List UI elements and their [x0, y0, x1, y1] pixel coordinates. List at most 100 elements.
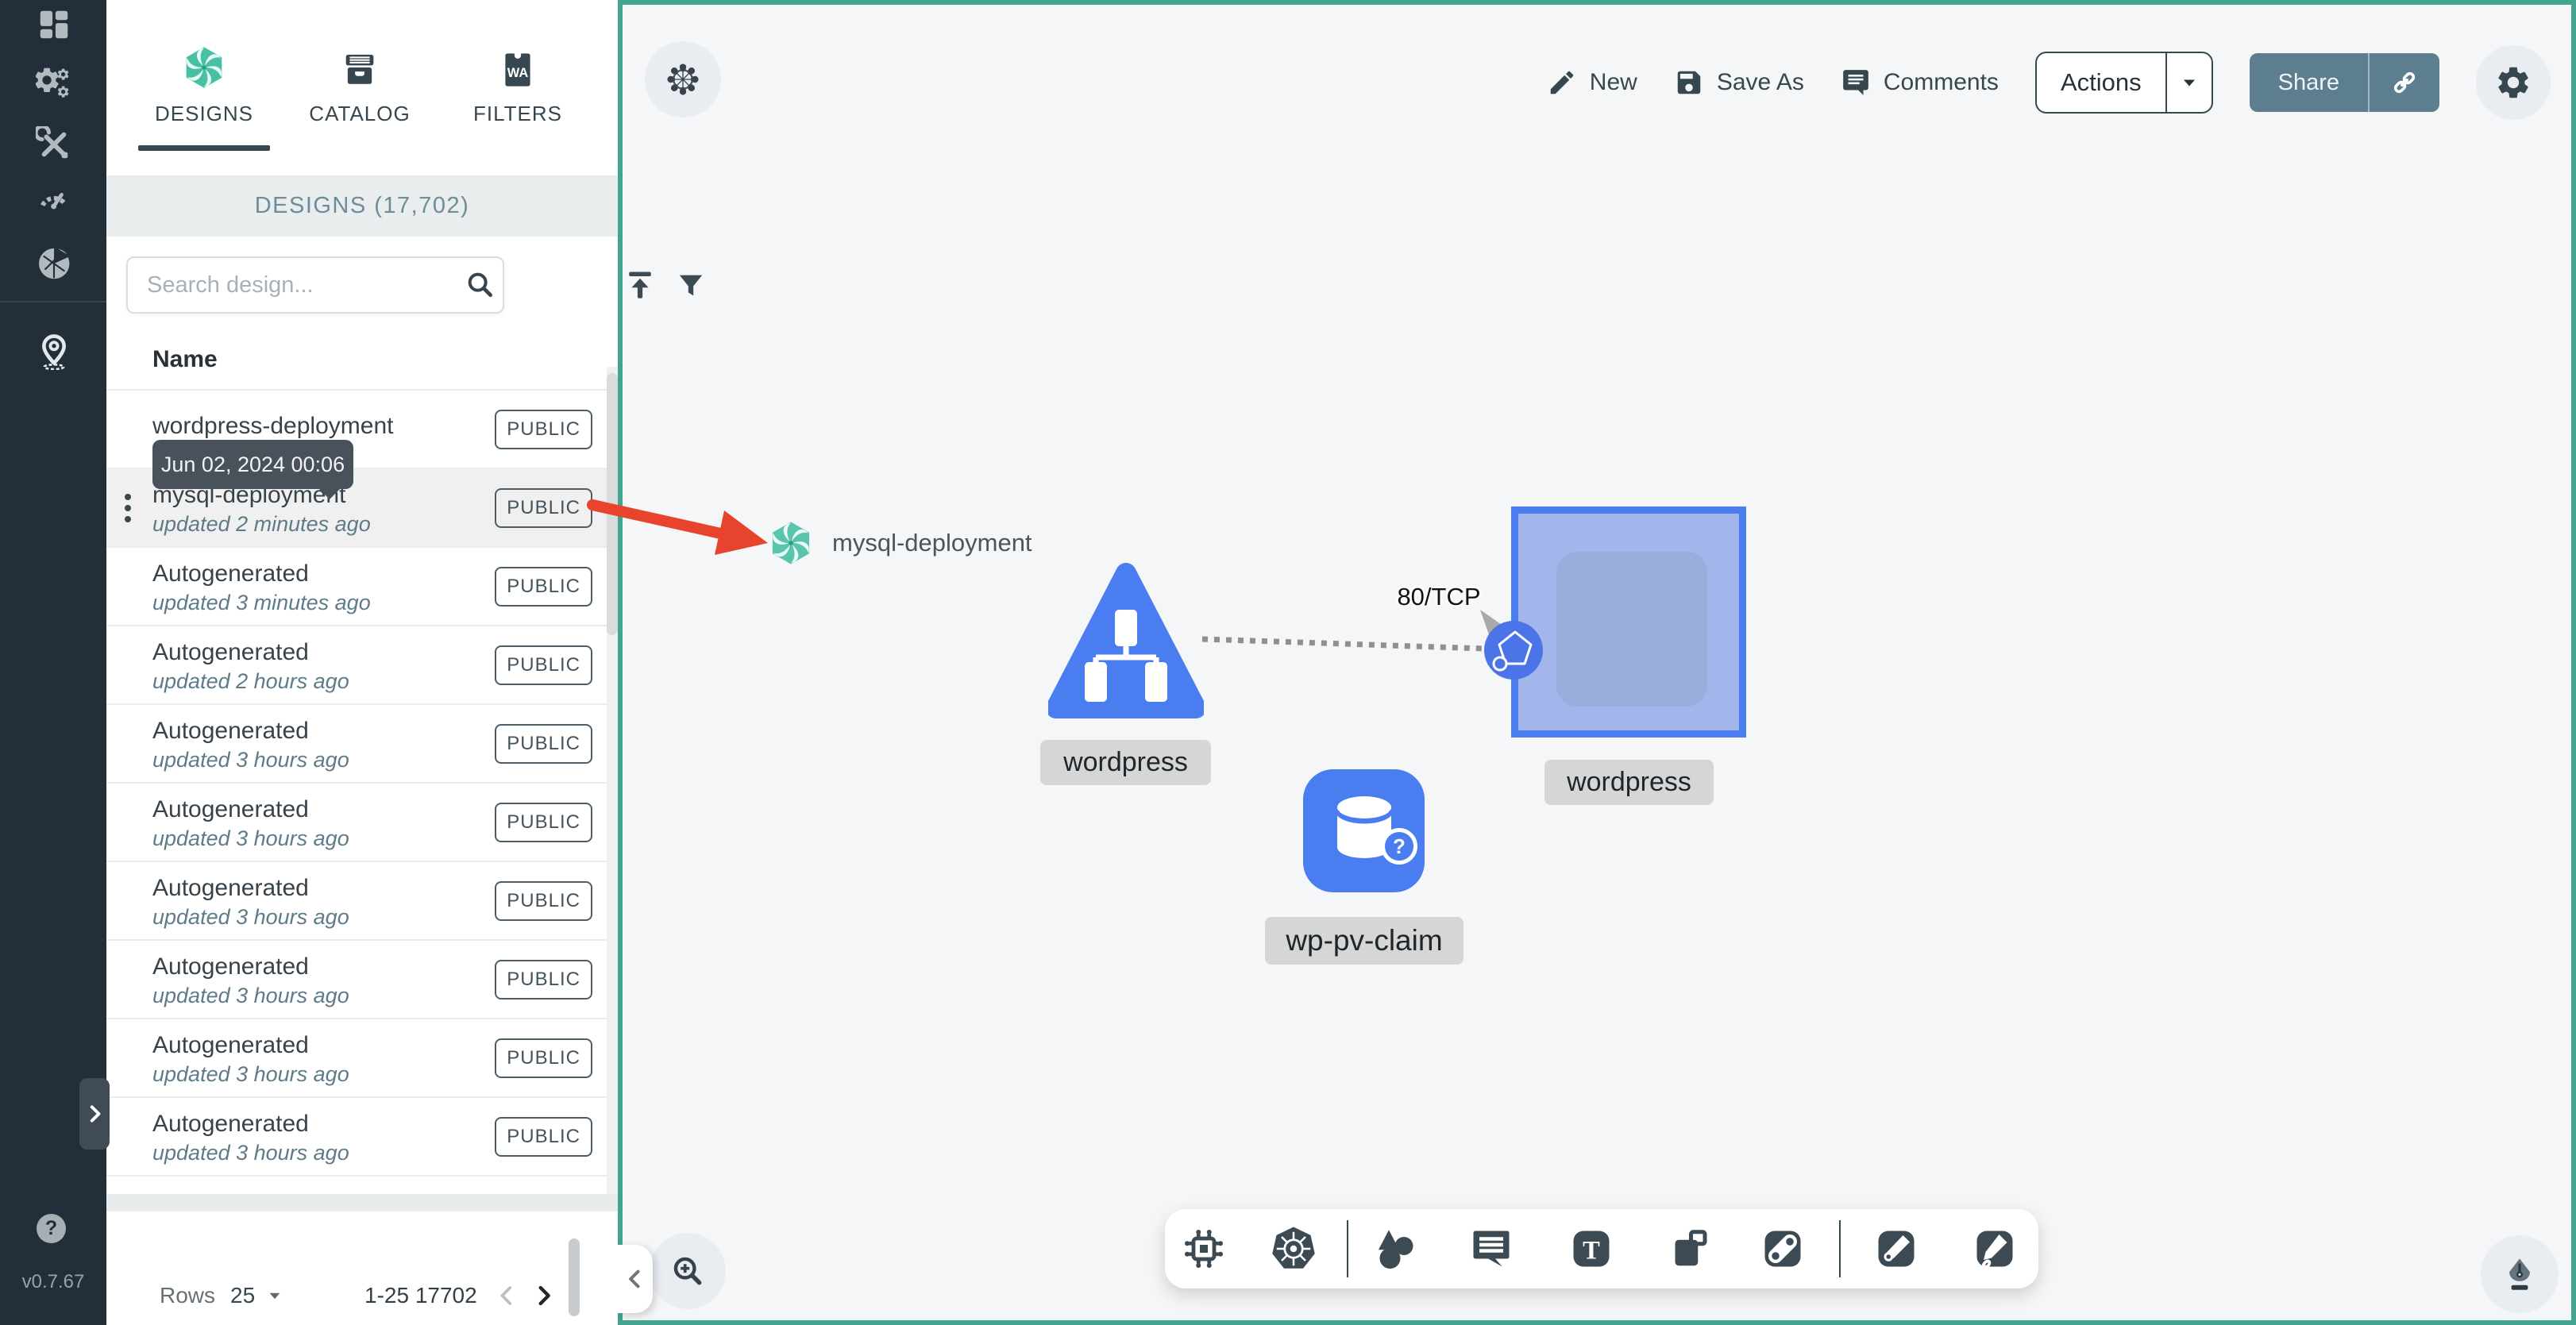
design-name: Autogenerated	[152, 796, 309, 822]
service-edge[interactable]	[1199, 632, 1493, 657]
visualize-mesh-button[interactable]	[645, 41, 721, 117]
design-search[interactable]	[126, 256, 504, 314]
app-version: v0.7.67	[21, 1271, 85, 1292]
save-icon	[1677, 71, 1701, 94]
meshery-designs-icon	[125, 22, 283, 91]
tab-filters-label: FILTERS	[473, 102, 562, 125]
tools-dock: T	[1165, 1209, 2038, 1288]
wordpress-container-node[interactable]	[1511, 507, 1746, 738]
wordpress-service-node[interactable]	[1048, 559, 1204, 723]
design-name: Autogenerated	[152, 560, 309, 587]
new-design-button[interactable]: New	[1547, 67, 1637, 98]
pv-claim-node[interactable]: ?	[1303, 769, 1425, 892]
chevron-left-icon	[629, 1269, 640, 1288]
share-split-button[interactable]: Share	[2249, 53, 2439, 112]
lifecycle-gears-icon[interactable]	[36, 65, 72, 102]
tooltip-text: Jun 02, 2024 00:06	[160, 452, 345, 476]
zoom-in-button[interactable]	[650, 1233, 726, 1309]
design-updated: updated 3 hours ago	[152, 905, 349, 929]
design-name: wordpress-deployment	[152, 413, 394, 439]
share-label: Share	[2277, 69, 2339, 95]
toolkit-wrench-icon[interactable]	[36, 126, 72, 163]
design-name: Autogenerated	[152, 875, 309, 901]
kanvas-pin-icon[interactable]	[36, 333, 72, 370]
expand-sidebar-tab[interactable]	[79, 1078, 110, 1150]
actions-dropdown-caret[interactable]	[2165, 53, 2212, 112]
dock-divider	[1839, 1220, 1841, 1277]
performance-gauge-icon[interactable]	[36, 180, 72, 217]
copy-link-button[interactable]	[2368, 53, 2439, 112]
design-row[interactable]: Autogenerated updated 3 hours ago PUBLIC	[106, 782, 607, 861]
design-updated: updated 3 hours ago	[152, 1062, 349, 1086]
design-updated: updated 3 hours ago	[152, 748, 349, 772]
component-tool-icon[interactable]	[1179, 1224, 1228, 1273]
text-tool-icon[interactable]: T	[1567, 1224, 1616, 1273]
settings-button[interactable]	[2476, 45, 2551, 120]
pen-nib-icon	[2509, 1258, 2530, 1290]
caret-down-icon	[2183, 79, 2195, 87]
design-row[interactable]: Autogenerated updated 3 hours ago PUBLIC	[106, 1096, 607, 1175]
design-row[interactable]: Autogenerated updated 2 hours ago PUBLIC	[106, 625, 607, 703]
question-glyph: ?	[1393, 834, 1406, 858]
design-row[interactable]: Autogenerated updated 3 minutes ago PUBL…	[106, 546, 607, 625]
design-row[interactable]: Autogenerated updated 3 hours ago PUBLIC	[106, 703, 607, 782]
chevron-left-icon	[500, 1286, 512, 1305]
next-page-button[interactable]	[530, 1280, 557, 1312]
comment-tool-icon[interactable]	[1467, 1224, 1516, 1273]
shapes-tool-icon[interactable]	[1372, 1224, 1421, 1273]
pen-tool-icon[interactable]	[1872, 1224, 1921, 1273]
dock-divider	[1347, 1220, 1348, 1277]
help-button[interactable]: ?	[37, 1214, 66, 1243]
designs-count-header: DESIGNS (17,702)	[106, 175, 618, 237]
design-updated: updated 2 hours ago	[152, 669, 349, 693]
visibility-badge: PUBLIC	[495, 409, 592, 449]
catalog-archive-icon	[280, 22, 439, 91]
visibility-badge: PUBLIC	[495, 880, 592, 921]
pen-mode-button[interactable]	[2481, 1235, 2559, 1313]
page-size-select[interactable]: 25	[230, 1280, 283, 1312]
comments-button[interactable]: Comments	[1841, 67, 1999, 98]
filter-funnel-button[interactable]	[673, 268, 709, 304]
link-tool-icon[interactable]	[1758, 1224, 1807, 1273]
wordpress-service-label: wordpress	[1040, 740, 1211, 785]
design-row[interactable]: Autogenerated updated 3 hours ago PUBLIC	[106, 939, 607, 1018]
prev-page-button[interactable]	[493, 1280, 520, 1312]
design-updated: updated 2 minutes ago	[152, 512, 371, 536]
rows-per-page-label: Rows	[160, 1283, 216, 1308]
notes-tool-icon[interactable]	[1664, 1224, 1714, 1273]
tab-filters[interactable]: WA FILTERS	[438, 22, 597, 151]
visibility-badge: PUBLIC	[495, 1038, 592, 1078]
dashboard-icon[interactable]	[36, 6, 72, 43]
collapse-sidebar-tab[interactable]	[618, 1245, 653, 1313]
actions-label: Actions	[2060, 68, 2142, 96]
tab-designs[interactable]: DESIGNS	[125, 22, 283, 151]
pv-claim-label: wp-pv-claim	[1265, 917, 1463, 965]
design-canvas[interactable]: New Save As Comments Actions Share mysql…	[618, 0, 2576, 1325]
design-updated: updated 3 minutes ago	[152, 591, 371, 614]
kebab-menu-icon[interactable]	[125, 493, 131, 522]
mesh-adapter-icon[interactable]	[36, 245, 72, 282]
tab-designs-label: DESIGNS	[154, 102, 254, 125]
actions-split-button[interactable]: Actions	[2034, 52, 2213, 114]
design-row[interactable]: Autogenerated updated 3 hours ago PUBLIC	[106, 861, 607, 939]
design-name: Autogenerated	[152, 953, 309, 980]
new-label: New	[1589, 69, 1637, 95]
updated-date-tooltip: Jun 02, 2024 00:06	[152, 440, 353, 499]
search-icon	[458, 269, 503, 301]
meshery-design-icon	[772, 522, 810, 564]
sketch-tool-icon[interactable]	[1970, 1224, 2019, 1273]
kubernetes-tool-icon[interactable]	[1269, 1224, 1318, 1273]
visibility-badge: PUBLIC	[495, 645, 592, 685]
designs-sidebar: DESIGNS CATALOG WA FILTERS DESIGNS (17,7…	[106, 0, 703, 1325]
tab-catalog[interactable]: CATALOG	[280, 22, 439, 151]
search-input[interactable]	[128, 272, 458, 299]
import-design-button[interactable]	[622, 267, 658, 303]
edge-port-label: 80/TCP	[1397, 583, 1481, 611]
panel-scrollbar-thumb[interactable]	[569, 1238, 580, 1316]
list-scrollbar-thumb[interactable]	[607, 373, 618, 635]
design-name: Autogenerated	[152, 1032, 309, 1058]
dragged-design-ghost[interactable]: mysql-deployment	[767, 519, 1032, 567]
save-as-button[interactable]: Save As	[1674, 67, 1804, 98]
design-row[interactable]: Autogenerated updated 3 hours ago PUBLIC	[106, 1018, 607, 1096]
edge-endpoint-badge[interactable]	[1482, 618, 1545, 682]
